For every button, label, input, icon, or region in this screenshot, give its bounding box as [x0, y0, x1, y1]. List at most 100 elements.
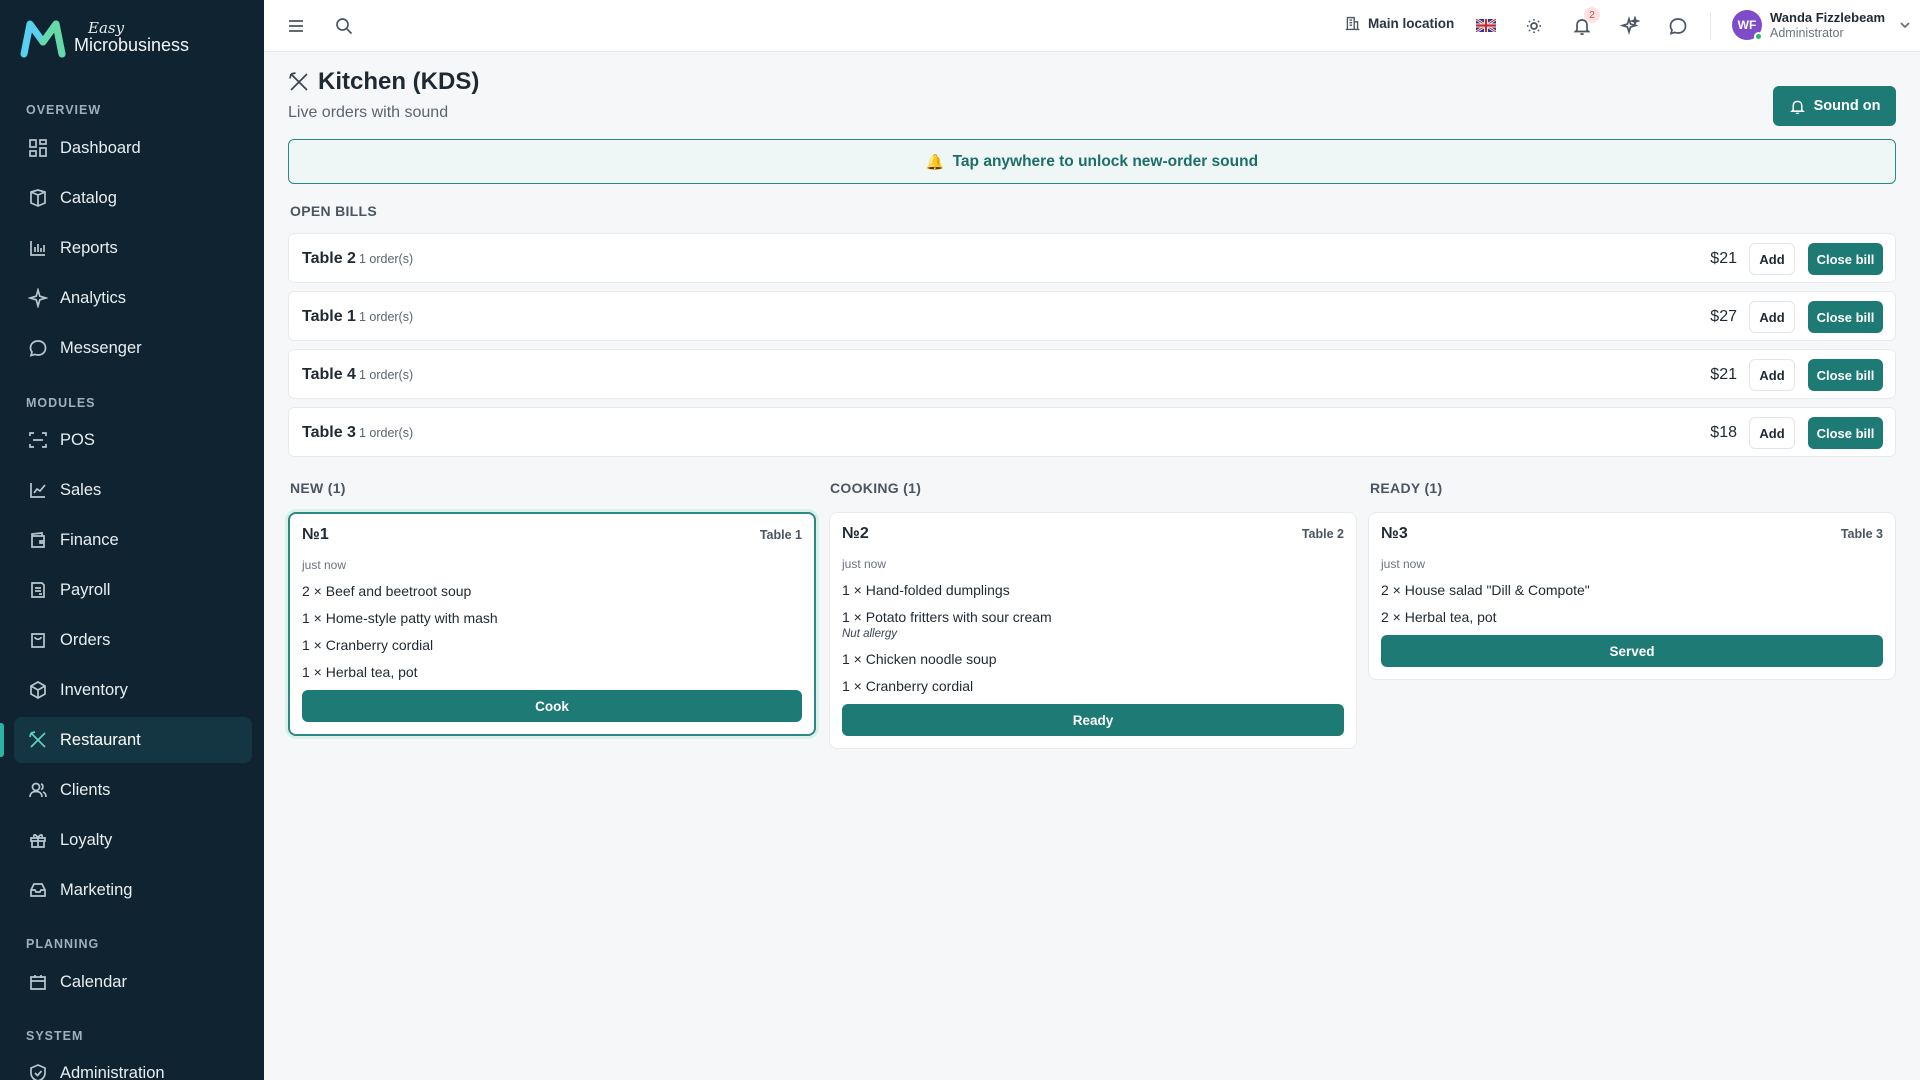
- served-button[interactable]: Served: [1381, 635, 1883, 667]
- location-selector[interactable]: Main location: [1344, 15, 1454, 32]
- sidebar-item-dashboard[interactable]: Dashboard: [14, 125, 252, 171]
- banner-text: Tap anywhere to unlock new-order sound: [952, 152, 1259, 170]
- sidebar-item-restaurant[interactable]: Restaurant: [14, 717, 252, 763]
- order-number: №3: [1381, 525, 1408, 542]
- uk-flag-icon[interactable]: [1476, 19, 1496, 32]
- order-item: 2 × House salad "Dill & Compote": [1381, 582, 1590, 598]
- messages-button[interactable]: [1666, 14, 1690, 38]
- bill-table-name: Table 3: [302, 424, 356, 441]
- order-item: 1 × Home-style patty with mash: [302, 610, 498, 626]
- unlock-sound-banner[interactable]: 🔔 Tap anywhere to unlock new-order sound: [288, 139, 1896, 184]
- sidebar-item-label: Marketing: [60, 880, 133, 899]
- bill-order-count: 1 order(s): [358, 252, 414, 266]
- sidebar-item-marketing[interactable]: Marketing: [14, 867, 252, 913]
- chevron-down-icon: [1900, 22, 1910, 29]
- bill-row: Table 31 order(s) $18 Add Close bill: [288, 407, 1896, 457]
- bell-emoji-icon: 🔔: [925, 153, 945, 171]
- inventory-icon: [30, 681, 46, 699]
- menu-toggle-button[interactable]: [284, 14, 308, 38]
- close-bill-button[interactable]: Close bill: [1808, 417, 1883, 449]
- sidebar-item-calendar[interactable]: Calendar: [14, 959, 252, 1005]
- bill-table-name: Table 4: [302, 366, 356, 383]
- order-card-ready: №3 Table 3 just now 2 × House salad "Dil…: [1368, 512, 1896, 680]
- loyalty-icon: [30, 834, 46, 848]
- close-bill-button[interactable]: Close bill: [1808, 243, 1883, 275]
- sound-toggle-button[interactable]: Sound on: [1773, 86, 1896, 126]
- sidebar-item-label: Restaurant: [60, 730, 141, 749]
- bill-order-count: 1 order(s): [358, 426, 414, 440]
- sidebar-item-orders[interactable]: Orders: [14, 617, 252, 663]
- ai-assistant-button[interactable]: [1618, 14, 1642, 38]
- sidebar-item-label: Administration: [60, 1063, 165, 1080]
- sidebar-item-pos[interactable]: POS: [14, 417, 252, 463]
- kitchen-utensils-icon: [289, 72, 308, 91]
- column-new-heading: NEW (1): [290, 480, 346, 496]
- theme-toggle-button[interactable]: [1522, 14, 1546, 38]
- restaurant-icon: [29, 731, 46, 748]
- sidebar-item-label: Inventory: [60, 680, 128, 699]
- sidebar-item-label: Orders: [60, 630, 111, 649]
- order-item: 1 × Herbal tea, pot: [302, 664, 418, 680]
- bill-table: Table 21 order(s): [302, 250, 413, 268]
- payroll-icon: [31, 582, 45, 598]
- header-divider: [1710, 12, 1711, 40]
- sidebar-item-inventory[interactable]: Inventory: [14, 667, 252, 713]
- sidebar-item-messenger[interactable]: Messenger: [14, 325, 252, 371]
- messenger-icon: [29, 340, 47, 357]
- top-bar: Main location 2 WF Wanda Fizzlebeam Admi…: [264, 0, 1920, 52]
- sidebar-item-payroll[interactable]: Payroll: [14, 567, 252, 613]
- order-item: 1 × Cranberry cordial: [302, 637, 434, 653]
- sidebar-item-sales[interactable]: Sales: [14, 467, 252, 513]
- bill-row: Table 41 order(s) $21 Add Close bill: [288, 349, 1896, 399]
- bill-row: Table 11 order(s) $27 Add Close bill: [288, 291, 1896, 341]
- sidebar-item-label: Analytics: [60, 288, 127, 307]
- bill-total: $18: [1710, 424, 1737, 441]
- bill-total: $21: [1710, 250, 1737, 267]
- bell-icon: [1789, 100, 1805, 114]
- add-to-bill-button[interactable]: Add: [1749, 359, 1795, 391]
- user-menu[interactable]: WF Wanda Fizzlebeam Administrator: [1732, 10, 1911, 42]
- cook-button[interactable]: Cook: [302, 690, 802, 722]
- administration-icon: [30, 1064, 46, 1080]
- order-item: 1 × Cranberry cordial: [842, 678, 974, 694]
- section-system: SYSTEM: [26, 1029, 84, 1043]
- sidebar-item-administration[interactable]: Administration: [14, 1050, 252, 1080]
- order-item-note: Nut allergy: [842, 628, 897, 640]
- order-number: №1: [302, 526, 329, 543]
- marketing-icon: [30, 883, 46, 897]
- clients-icon: [29, 782, 47, 798]
- sidebar-item-loyalty[interactable]: Loyalty: [14, 817, 252, 863]
- add-to-bill-button[interactable]: Add: [1749, 417, 1795, 449]
- search-icon: [336, 18, 353, 35]
- sidebar-item-label: Clients: [60, 780, 111, 799]
- add-to-bill-button[interactable]: Add: [1749, 243, 1795, 275]
- bill-order-count: 1 order(s): [358, 368, 414, 382]
- bill-table: Table 11 order(s): [302, 308, 413, 326]
- search-button[interactable]: [332, 14, 356, 38]
- ready-button[interactable]: Ready: [842, 704, 1344, 736]
- analytics-icon: [28, 288, 48, 308]
- sidebar-item-analytics[interactable]: Analytics: [14, 275, 252, 321]
- catalog-icon: [30, 189, 46, 207]
- page-title: Kitchen (KDS): [318, 68, 480, 95]
- order-item: 2 × Herbal tea, pot: [1381, 609, 1497, 625]
- sidebar-item-finance[interactable]: Finance: [14, 517, 252, 563]
- bill-total: $21: [1710, 366, 1737, 383]
- sidebar-item-label: Payroll: [60, 580, 111, 599]
- sidebar-item-catalog[interactable]: Catalog: [14, 175, 252, 221]
- close-bill-button[interactable]: Close bill: [1808, 359, 1883, 391]
- order-card-new: №1 Table 1 just now 2 × Beef and beetroo…: [288, 512, 816, 736]
- order-item: 1 × Hand-folded dumplings: [842, 582, 1010, 598]
- order-table: Table 3: [1840, 527, 1883, 541]
- active-indicator: [0, 723, 4, 757]
- sound-button-label: Sound on: [1813, 98, 1881, 114]
- column-cooking-heading: COOKING (1): [830, 480, 922, 496]
- sidebar: Easy Microbusiness OVERVIEW Dashboard Ca…: [0, 0, 264, 1080]
- add-to-bill-button[interactable]: Add: [1749, 301, 1795, 333]
- close-bill-button[interactable]: Close bill: [1808, 301, 1883, 333]
- sidebar-item-reports[interactable]: Reports: [14, 225, 252, 271]
- sidebar-item-label: Messenger: [60, 338, 142, 357]
- app-logo[interactable]: Easy Microbusiness: [20, 18, 189, 58]
- sidebar-item-clients[interactable]: Clients: [14, 767, 252, 813]
- hamburger-icon: [289, 20, 303, 32]
